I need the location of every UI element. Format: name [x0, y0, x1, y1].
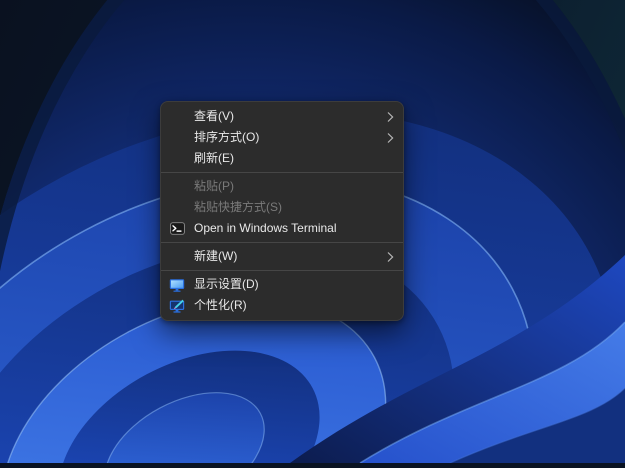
personalization-icon — [169, 298, 185, 314]
menu-item-label: 粘贴(P) — [194, 176, 234, 197]
menu-item-label: 个性化(R) — [194, 295, 247, 316]
menu-item-display-settings[interactable]: 显示设置(D) — [161, 274, 403, 295]
chevron-right-icon — [387, 132, 394, 143]
menu-item-label: 粘贴快捷方式(S) — [194, 197, 282, 218]
menu-separator — [161, 172, 403, 173]
menu-item-label: 刷新(E) — [194, 148, 234, 169]
desktop-context-menu: 查看(V) 排序方式(O) 刷新(E) 粘贴(P) 粘贴快捷方式(S) Open… — [160, 101, 404, 321]
chevron-right-icon — [387, 251, 394, 262]
menu-separator — [161, 270, 403, 271]
windows-terminal-icon — [169, 221, 185, 237]
menu-item-label: 排序方式(O) — [194, 127, 259, 148]
menu-item-paste-shortcut: 粘贴快捷方式(S) — [161, 197, 403, 218]
menu-separator — [161, 242, 403, 243]
menu-item-refresh[interactable]: 刷新(E) — [161, 148, 403, 169]
menu-item-label: Open in Windows Terminal — [194, 218, 337, 239]
menu-item-label: 查看(V) — [194, 106, 234, 127]
menu-item-paste: 粘贴(P) — [161, 176, 403, 197]
menu-item-new[interactable]: 新建(W) — [161, 246, 403, 267]
display-settings-icon — [169, 277, 185, 293]
menu-item-label: 显示设置(D) — [194, 274, 259, 295]
menu-item-label: 新建(W) — [194, 246, 237, 267]
menu-item-view[interactable]: 查看(V) — [161, 106, 403, 127]
chevron-right-icon — [387, 111, 394, 122]
menu-item-open-terminal[interactable]: Open in Windows Terminal — [161, 218, 403, 239]
menu-item-sort-by[interactable]: 排序方式(O) — [161, 127, 403, 148]
menu-item-personalize[interactable]: 个性化(R) — [161, 295, 403, 316]
